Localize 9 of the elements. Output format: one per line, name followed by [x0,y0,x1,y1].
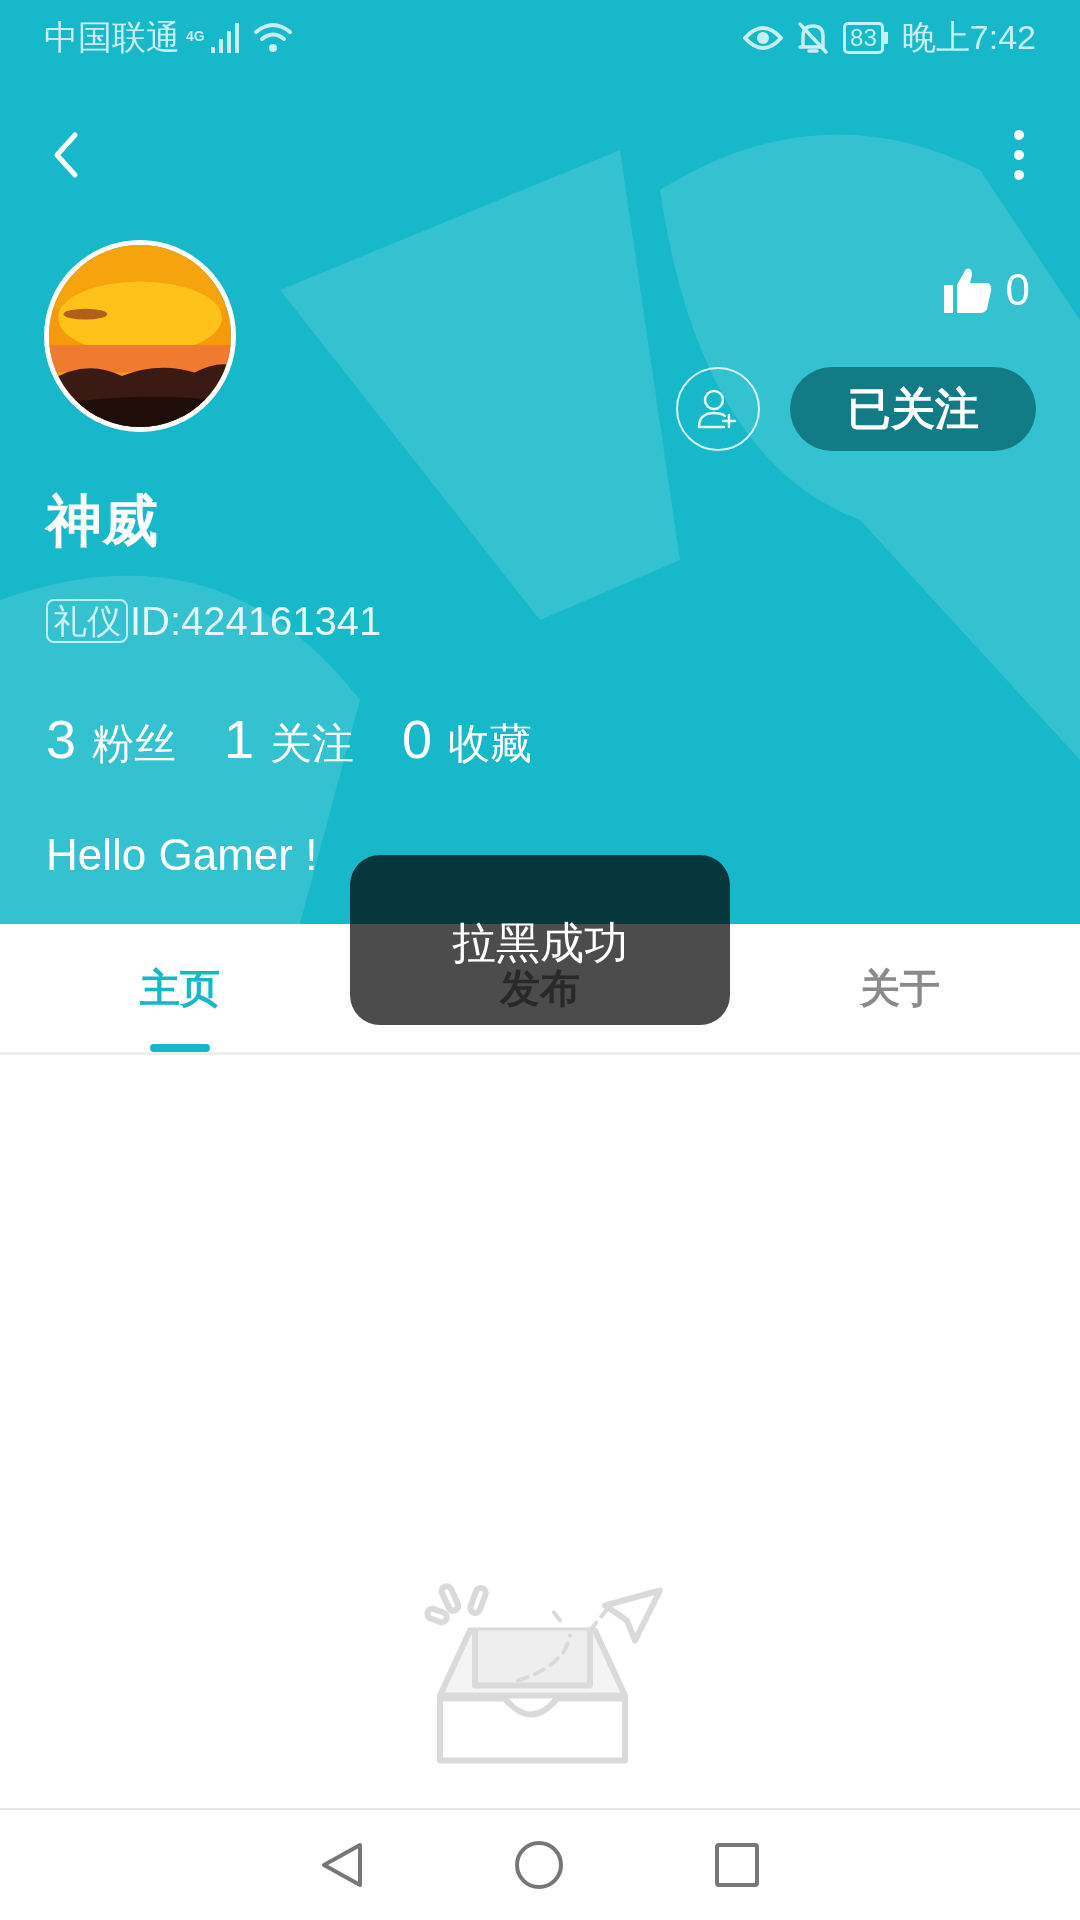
user-id: ID:424161341 [130,598,382,645]
battery-level: 83 [843,21,884,54]
like-count: 0 [1005,264,1030,316]
user-name: 神威 [46,488,158,554]
carrier-name: 中国联通 [44,17,180,58]
user-tag: 礼仪 [46,599,128,643]
clock-time: 晚上7:42 [901,17,1036,58]
network-type: 4G [186,27,205,46]
user-bio: Hello Gamer ! [46,829,318,881]
